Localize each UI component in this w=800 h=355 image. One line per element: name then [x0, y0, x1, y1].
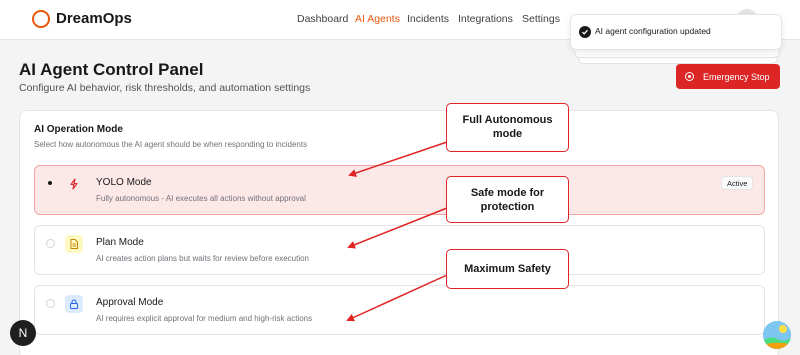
assistant-avatar[interactable]: [763, 321, 791, 349]
annotation-yolo-text: Full Autonomous mode: [462, 114, 553, 140]
annotation-arrow: [347, 207, 448, 249]
annotation-plan: Safe mode for protection: [446, 176, 569, 223]
annotation-arrows: [346, 141, 448, 322]
annotation-plan-text: Safe mode for protection: [470, 187, 545, 213]
next-dev-button[interactable]: N: [10, 320, 36, 346]
annotation-arrow: [346, 274, 448, 322]
annotation-approval-text: Maximum Safety: [464, 263, 551, 275]
annotation-yolo: Full Autonomous mode: [446, 103, 569, 152]
annotation-approval: Maximum Safety: [446, 249, 569, 289]
annotation-arrow: [348, 141, 448, 177]
